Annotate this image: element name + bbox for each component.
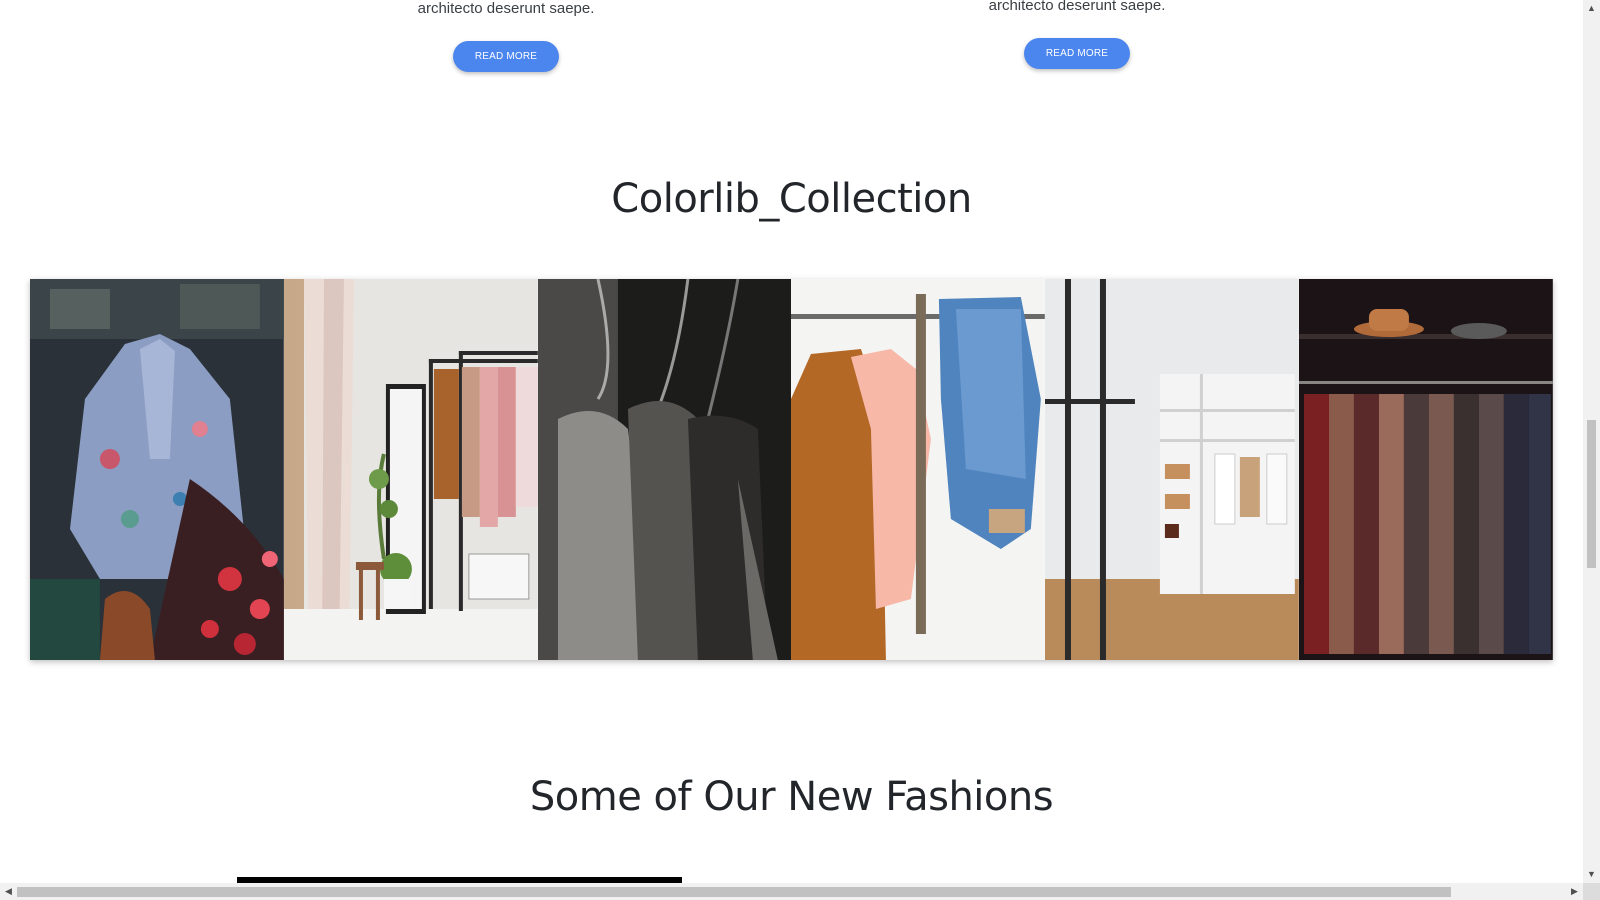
gallery-tile-clothing-rack[interactable] bbox=[283, 279, 538, 660]
card-2-read-more-button[interactable]: READ MORE bbox=[1024, 38, 1130, 69]
card-2: architecto deserunt saepe. READ MORE bbox=[927, 0, 1227, 69]
new-fashions-title: Some of Our New Fashions bbox=[529, 774, 1054, 820]
gallery-tile-dark-shirts[interactable] bbox=[537, 279, 792, 660]
gallery-tile-floral-jacket[interactable] bbox=[30, 279, 284, 660]
card-2-text: architecto deserunt saepe. bbox=[988, 0, 1166, 14]
vertical-scrollbar[interactable]: ▲ ▼ bbox=[1583, 0, 1600, 883]
vertical-scroll-thumb[interactable] bbox=[1587, 420, 1596, 568]
gallery-tile-white-closet[interactable] bbox=[1045, 279, 1300, 660]
card-1-read-more-button[interactable]: READ MORE bbox=[453, 41, 559, 72]
scroll-up-arrow-icon[interactable]: ▲ bbox=[1583, 0, 1600, 17]
card-1-text: architecto deserunt saepe. bbox=[417, 0, 595, 17]
horizontal-scrollbar[interactable]: ◀ ▶ bbox=[0, 883, 1583, 900]
gallery-tile-jacket-jeans[interactable] bbox=[791, 279, 1046, 660]
card-1: architecto deserunt saepe. READ MORE bbox=[356, 0, 656, 72]
scrollbar-corner bbox=[1583, 883, 1600, 900]
page-viewport: architecto deserunt saepe. READ MORE arc… bbox=[0, 0, 1583, 883]
gallery-tile-patterned-shirts[interactable] bbox=[1299, 279, 1553, 660]
scroll-down-arrow-icon[interactable]: ▼ bbox=[1583, 866, 1600, 883]
scroll-right-arrow-icon[interactable]: ▶ bbox=[1566, 883, 1583, 900]
collection-title: Colorlib_Collection bbox=[611, 176, 972, 222]
scroll-left-arrow-icon[interactable]: ◀ bbox=[0, 883, 17, 900]
collection-gallery bbox=[30, 279, 1553, 660]
horizontal-scroll-thumb[interactable] bbox=[17, 887, 1451, 897]
